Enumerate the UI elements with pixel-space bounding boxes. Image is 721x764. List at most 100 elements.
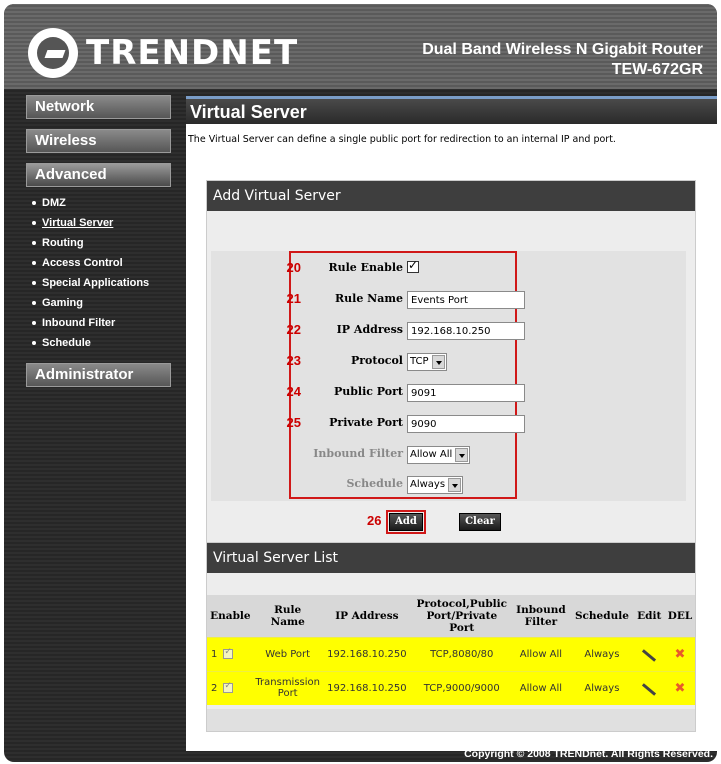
- inbound-filter-select[interactable]: Allow All: [407, 445, 471, 464]
- row-ip-address: 22 IP Address 192.168.10.250: [211, 313, 686, 345]
- annotation-number: 25: [286, 414, 301, 430]
- protocol-value: TCP: [410, 356, 429, 368]
- col-inbound-filter: Inbound Filter: [511, 595, 571, 637]
- row-enable-checkbox[interactable]: [223, 681, 234, 693]
- row-edit-cell: [633, 670, 665, 705]
- row-inbound-filter: Inbound Filter Allow All: [211, 437, 686, 469]
- delete-x-icon[interactable]: ✖: [675, 681, 686, 696]
- row-enable-checkbox[interactable]: [223, 647, 234, 659]
- row-index: 2: [211, 682, 218, 694]
- brand-logo: TRENDNET: [28, 28, 298, 78]
- schedule-select[interactable]: Always: [407, 475, 464, 494]
- row-protocol: 23 Protocol TCP: [211, 344, 686, 376]
- row-protocol: TCP,8080/80: [412, 636, 512, 671]
- sidebar-item-dmz[interactable]: DMZ: [26, 193, 171, 213]
- rule-name-label: Rule Name: [335, 291, 403, 305]
- inbound-filter-label: Inbound Filter: [313, 446, 403, 460]
- sidebar-item-inbound-filter[interactable]: Inbound Filter: [26, 313, 171, 333]
- row-ip-address: 192.168.10.250: [321, 670, 413, 705]
- row-rule-name: 21 Rule Name Events Port: [211, 282, 686, 314]
- protocol-label: Protocol: [350, 353, 403, 367]
- add-button[interactable]: Add: [386, 510, 426, 534]
- page-title-bar: Virtual Server: [186, 96, 717, 124]
- delete-x-icon[interactable]: ✖: [675, 647, 686, 662]
- sidebar-item-schedule[interactable]: Schedule: [26, 333, 171, 353]
- form-buttons: 26 Add Clear: [207, 509, 697, 535]
- sidebar-item-gaming[interactable]: Gaming: [26, 293, 171, 313]
- col-rule-name: Rule Name: [253, 595, 322, 637]
- col-enable: Enable: [207, 595, 254, 637]
- sidebar-item-access-control[interactable]: Access Control: [26, 253, 171, 273]
- private-port-input[interactable]: 9090: [407, 414, 525, 433]
- col-schedule: Schedule: [570, 595, 634, 637]
- pencil-icon[interactable]: [642, 648, 657, 662]
- rule-enable-label: Rule Enable: [328, 260, 403, 274]
- sidebar-item-routing[interactable]: Routing: [26, 233, 171, 253]
- nav-advanced[interactable]: Advanced: [26, 163, 171, 187]
- list-footer-bar: [207, 709, 695, 731]
- add-section-heading: Add Virtual Server: [207, 181, 695, 211]
- dropdown-arrow-icon[interactable]: [448, 477, 462, 492]
- private-port-label: Private Port: [329, 415, 403, 429]
- bullet-icon: [32, 341, 36, 345]
- row-del-cell: ✖: [664, 636, 695, 671]
- add-virtual-server-section: Add Virtual Server 20 Rule Enable 21 Rul…: [206, 180, 696, 548]
- col-ip-address: IP Address: [321, 595, 413, 637]
- table-row: 2 Transmission Port 192.168.10.250 TCP,9…: [207, 670, 695, 705]
- row-rule-name: Transmission Port: [253, 670, 322, 705]
- table-row: 1 Web Port 192.168.10.250 TCP,8080/80 Al…: [207, 636, 695, 671]
- col-protocol: Protocol,Public Port/Private Port: [412, 595, 512, 637]
- product-model: TEW-672GR: [611, 61, 703, 78]
- row-enable-cell: 1: [207, 636, 254, 671]
- bullet-icon: [32, 241, 36, 245]
- dropdown-arrow-icon[interactable]: [431, 354, 445, 369]
- row-private-port: 25 Private Port 9090: [211, 406, 686, 438]
- list-section-heading: Virtual Server List: [207, 543, 695, 573]
- clear-button[interactable]: Clear: [459, 513, 501, 531]
- copyright-text: Copyright © 2008 TRENDnet. All Rights Re…: [464, 748, 713, 760]
- nav-wireless[interactable]: Wireless: [26, 129, 171, 153]
- row-schedule: Always: [570, 636, 634, 671]
- header: TRENDNET Dual Band Wireless N Gigabit Ro…: [4, 4, 717, 89]
- schedule-value: Always: [410, 479, 446, 491]
- router-admin-frame: TRENDNET Dual Band Wireless N Gigabit Ro…: [4, 4, 717, 762]
- advanced-submenu: DMZ Virtual Server Routing Access Contro…: [26, 193, 171, 353]
- rule-enable-checkbox[interactable]: [407, 258, 419, 273]
- main-panel: Virtual Server The Virtual Server can de…: [186, 96, 717, 751]
- bullet-icon: [32, 221, 36, 225]
- annotation-number: 24: [286, 383, 301, 399]
- logo-text: TRENDNET: [86, 33, 299, 73]
- protocol-select[interactable]: TCP: [407, 352, 447, 371]
- annotation-number: 20: [286, 259, 301, 275]
- bullet-icon: [32, 281, 36, 285]
- bullet-icon: [32, 201, 36, 205]
- virtual-server-list-section: Virtual Server List Enable Rule Name IP …: [206, 542, 696, 732]
- ip-address-input[interactable]: 192.168.10.250: [407, 321, 525, 340]
- product-line: Dual Band Wireless N Gigabit Router: [422, 41, 703, 58]
- rule-name-input[interactable]: Events Port: [407, 290, 525, 309]
- row-rule-name: Web Port: [253, 636, 322, 671]
- sidebar-item-special-applications[interactable]: Special Applications: [26, 273, 171, 293]
- public-port-label: Public Port: [333, 384, 403, 398]
- annotation-number: 22: [286, 321, 301, 337]
- annotation-number: 21: [286, 290, 301, 306]
- nav-network[interactable]: Network: [26, 95, 171, 119]
- row-ip-address: 192.168.10.250: [321, 636, 413, 671]
- pencil-icon[interactable]: [642, 682, 657, 696]
- sidebar-item-virtual-server[interactable]: Virtual Server: [26, 213, 171, 233]
- page-description: The Virtual Server can define a single p…: [188, 134, 616, 145]
- nav-administrator[interactable]: Administrator: [26, 363, 171, 387]
- dropdown-arrow-icon[interactable]: [455, 447, 469, 462]
- public-port-input[interactable]: 9091: [407, 383, 525, 402]
- ip-address-label: IP Address: [336, 322, 403, 336]
- row-inbound-filter: Allow All: [511, 636, 571, 671]
- col-edit: Edit: [633, 595, 665, 637]
- trendnet-logo-icon: [28, 28, 78, 78]
- row-rule-enable: 20 Rule Enable: [211, 251, 686, 283]
- schedule-label: Schedule: [346, 476, 403, 490]
- annotation-number: 23: [286, 352, 301, 368]
- annotation-number: 26: [367, 513, 382, 528]
- product-name: Dual Band Wireless N Gigabit Router TEW-…: [422, 40, 703, 80]
- add-form: 20 Rule Enable 21 Rule Name Events Port …: [211, 251, 686, 501]
- sidebar: Network Wireless Advanced DMZ Virtual Se…: [26, 95, 171, 397]
